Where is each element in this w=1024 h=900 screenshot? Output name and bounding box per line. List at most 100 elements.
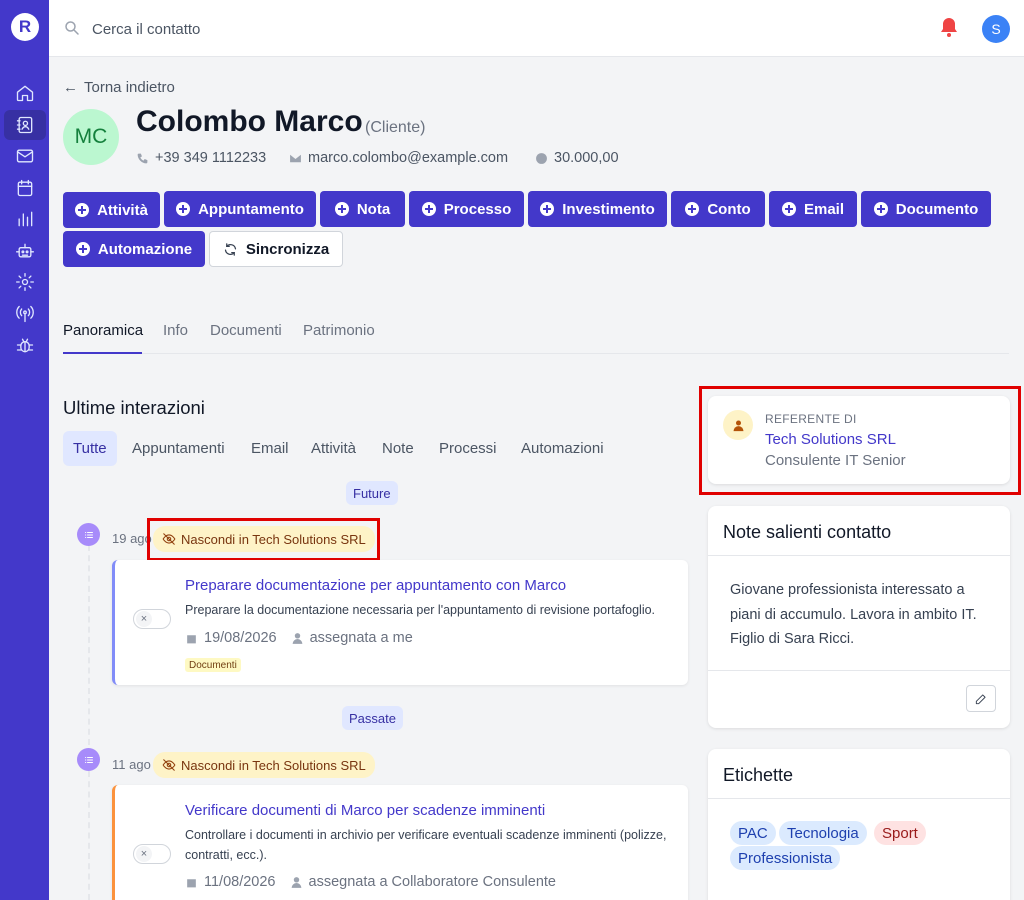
past-label: Passate: [342, 706, 403, 730]
antenna-icon[interactable]: [4, 299, 46, 329]
filter-appuntamenti[interactable]: Appuntamenti: [122, 431, 235, 466]
add-conto-button[interactable]: Conto: [671, 191, 765, 227]
highlight-box: [699, 386, 1021, 495]
tab-info[interactable]: Info: [163, 322, 188, 339]
filter-automazioni[interactable]: Automazioni: [511, 431, 614, 466]
task-meta: 11/08/2026 assegnata a Collaboratore Con…: [185, 874, 556, 890]
add-email-button[interactable]: Email: [769, 191, 857, 227]
eye-off-icon: [162, 759, 176, 771]
contact-tabs: Panoramica Info Documenti Patrimonio: [63, 317, 1009, 354]
filter-email[interactable]: Email: [241, 431, 299, 466]
plus-icon: [540, 202, 555, 216]
timeline-line: [88, 545, 90, 745]
completion-toggle[interactable]: [133, 609, 171, 629]
robot-icon[interactable]: [4, 236, 46, 266]
hide-in-company-badge[interactable]: Nascondi in Tech Solutions SRL: [153, 752, 375, 778]
active-tab-indicator: [63, 352, 142, 354]
calendar-icon: [187, 633, 196, 643]
plus-icon: [176, 202, 191, 216]
tag-tecnologia[interactable]: Tecnologia: [779, 821, 867, 845]
completion-toggle[interactable]: [133, 844, 171, 864]
task-title[interactable]: Preparare documentazione per appuntament…: [185, 577, 566, 594]
arrow-left-icon: ←: [63, 79, 78, 96]
mail-icon[interactable]: [4, 141, 46, 171]
tab-panoramica[interactable]: Panoramica: [63, 322, 143, 339]
phone-icon: [137, 153, 148, 163]
divider: [708, 555, 1010, 556]
search-input[interactable]: [92, 16, 472, 42]
pencil-icon: [975, 693, 986, 704]
add-automazione-button[interactable]: Automazione: [63, 231, 205, 267]
tag-sport[interactable]: Sport: [874, 821, 926, 845]
settings-icon[interactable]: [4, 267, 46, 297]
contact-type: (Cliente): [365, 119, 426, 136]
interactions-title: Ultime interazioni: [63, 397, 205, 418]
tag-professionista[interactable]: Professionista: [730, 846, 841, 870]
main-content: ← Torna indietro MC Colombo Marco (Clien…: [49, 57, 1024, 900]
divider: [708, 798, 1010, 799]
chart-icon[interactable]: [4, 204, 46, 234]
calendar-icon[interactable]: [4, 173, 46, 203]
calendar-icon: [187, 877, 196, 887]
plus-icon: [873, 202, 888, 216]
tab-documenti[interactable]: Documenti: [210, 322, 282, 339]
envelope-icon: [290, 154, 301, 162]
notes-title: Note salienti contatto: [723, 522, 892, 542]
add-documento-button[interactable]: Documento: [861, 191, 991, 227]
add-nota-button[interactable]: Nota: [320, 191, 405, 227]
edit-notes-button[interactable]: [966, 685, 996, 712]
add-attivita-button[interactable]: Attività: [63, 192, 160, 228]
item-date: 11 ago: [112, 757, 151, 772]
divider: [708, 670, 1010, 671]
contact-name: Colombo Marco: [136, 105, 363, 138]
filter-tutte[interactable]: Tutte: [63, 431, 117, 466]
bell-icon[interactable]: [937, 15, 961, 39]
contact-avatar: MC: [63, 109, 119, 165]
contact-email[interactable]: marco.colombo@example.com: [289, 150, 508, 166]
highlight-box: [147, 518, 380, 561]
timeline-line: [88, 771, 90, 900]
labels-title: Etichette: [723, 765, 794, 785]
notes-text: Giovane professionista interessato a pia…: [730, 582, 977, 647]
notes-panel: Note salienti contatto Giovane professio…: [708, 506, 1010, 728]
refresh-icon: [224, 242, 236, 256]
task-description: Preparare la documentazione necessaria p…: [185, 603, 656, 617]
home-icon[interactable]: [4, 78, 46, 108]
plus-icon: [75, 203, 90, 217]
add-processo-button[interactable]: Processo: [409, 191, 524, 227]
sincronizza-button[interactable]: Sincronizza: [209, 231, 343, 267]
task-list-icon: [77, 523, 100, 546]
contact-phone[interactable]: +39 349 1112233: [136, 150, 266, 166]
filter-attivita[interactable]: Attività: [301, 431, 366, 466]
back-link[interactable]: ← Torna indietro: [63, 79, 175, 96]
contacts-icon[interactable]: [4, 110, 46, 140]
coin-icon: [536, 152, 547, 164]
plus-icon: [685, 202, 700, 216]
back-label: Torna indietro: [84, 79, 175, 96]
tag-pac[interactable]: PAC: [730, 821, 776, 845]
task-title[interactable]: Verificare documenti di Marco per scaden…: [185, 802, 545, 819]
plus-icon: [781, 202, 796, 216]
task-card[interactable]: Verificare documenti di Marco per scaden…: [112, 785, 688, 900]
sidebar: R: [0, 0, 49, 900]
add-appuntamento-button[interactable]: Appuntamento: [164, 191, 316, 227]
user-icon: [292, 632, 302, 644]
add-investimento-button[interactable]: Investimento: [528, 191, 667, 227]
contact-value: 30.000,00: [535, 150, 619, 166]
task-description: Controllare i documenti in archivio per …: [185, 828, 667, 862]
filter-processi[interactable]: Processi: [429, 431, 507, 466]
future-label: Future: [346, 481, 398, 505]
filter-note[interactable]: Note: [372, 431, 424, 466]
phone-text: +39 349 1112233: [155, 150, 267, 166]
task-tag: Documenti: [185, 658, 241, 672]
bug-icon[interactable]: [4, 330, 46, 360]
app-logo[interactable]: R: [11, 13, 39, 41]
item-date: 19 ago: [112, 531, 152, 546]
user-avatar[interactable]: S: [982, 15, 1010, 43]
task-card[interactable]: Preparare documentazione per appuntament…: [112, 560, 688, 685]
tab-patrimonio[interactable]: Patrimonio: [303, 322, 375, 339]
plus-icon: [75, 242, 90, 256]
labels-panel: Etichette PAC Tecnologia Sport Professio…: [708, 749, 1010, 900]
task-meta: 19/08/2026 assegnata a me: [185, 630, 413, 646]
plus-icon: [334, 202, 349, 216]
